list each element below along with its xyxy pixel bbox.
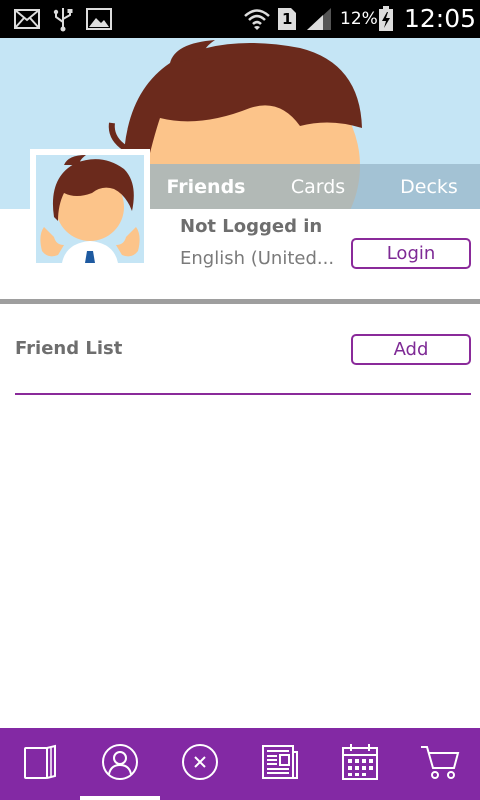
news-icon: [261, 744, 299, 784]
nav-profile[interactable]: [80, 728, 160, 800]
nav-book[interactable]: [0, 728, 80, 800]
bottom-navigation: [0, 728, 480, 800]
friend-list-title: Friend List: [15, 338, 123, 359]
calendar-icon: [341, 743, 379, 785]
status-bar: 1 12% 12:05: [0, 0, 480, 38]
close-circle-icon: [181, 743, 219, 785]
usb-icon: [52, 6, 74, 32]
section-divider: [0, 299, 480, 304]
avatar[interactable]: [30, 149, 150, 269]
nav-active-indicator: [80, 796, 160, 800]
profile-name: Not Logged in: [180, 216, 323, 237]
tab-decks[interactable]: Decks: [374, 164, 480, 209]
tab-friends[interactable]: Friends: [150, 164, 262, 209]
friend-list-divider: [15, 393, 471, 395]
login-button[interactable]: Login: [351, 238, 471, 269]
nav-calendar[interactable]: [320, 728, 400, 800]
profile-language: English (United...: [180, 248, 335, 269]
sim-label: 1: [282, 10, 293, 28]
nav-close[interactable]: [160, 728, 240, 800]
mail-icon: [13, 6, 41, 32]
friend-list: [0, 396, 480, 728]
image-icon: [85, 6, 113, 32]
clock: 12:05: [404, 4, 477, 33]
tab-bar: Friends Cards Decks: [150, 164, 480, 209]
nav-news[interactable]: [240, 728, 320, 800]
nav-cart[interactable]: [400, 728, 480, 800]
battery-charging-icon: [378, 6, 394, 32]
book-icon: [22, 744, 58, 784]
wifi-icon: [243, 6, 271, 32]
cart-icon: [420, 744, 460, 784]
avatar-illustration: [36, 155, 144, 263]
tab-cards[interactable]: Cards: [262, 164, 374, 209]
battery-percent: 12%: [340, 9, 378, 29]
signal-icon: [306, 6, 332, 32]
add-friend-button[interactable]: Add: [351, 334, 471, 365]
profile-icon: [101, 743, 139, 785]
